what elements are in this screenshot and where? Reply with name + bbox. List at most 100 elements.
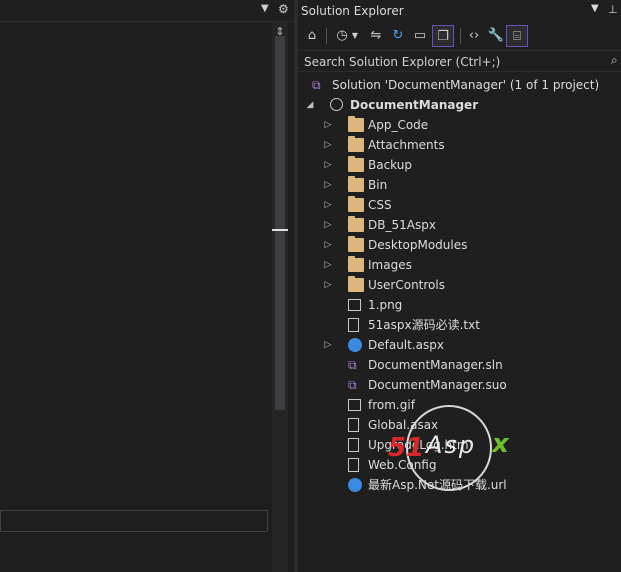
project-label: DocumentManager [350, 98, 479, 112]
home-icon[interactable]: ⌂ [302, 25, 322, 47]
expand-arrow-icon[interactable]: ▷ [322, 155, 334, 175]
search-icon[interactable]: ⌕ [611, 53, 618, 68]
refresh-icon[interactable]: ↻ [388, 25, 408, 47]
scroll-marker [272, 229, 288, 231]
tree-item[interactable]: ▷ Default.aspx [298, 335, 621, 355]
tree-item-label: 51aspx源码必读.txt [368, 318, 480, 332]
tree-item[interactable]: ▷ Images [298, 255, 621, 275]
pin-icon[interactable]: ⊥ [608, 3, 618, 16]
folder-icon [348, 116, 364, 132]
tree-item[interactable]: UpgradeLog.htm [298, 435, 621, 455]
chevron-down-icon[interactable]: ▼ [591, 3, 599, 14]
code-editor[interactable] [0, 22, 272, 572]
tree-item[interactable]: ▷ Bin [298, 175, 621, 195]
history-icon[interactable]: ◷ [332, 25, 352, 47]
tree-item[interactable]: ⧉ DocumentManager.sln [298, 355, 621, 375]
tree-item-label: from.gif [368, 398, 415, 412]
tree-item[interactable]: ▷ Attachments [298, 135, 621, 155]
folder-icon [348, 136, 364, 152]
expand-arrow-icon[interactable]: ▷ [322, 335, 334, 355]
expand-arrow-icon[interactable]: ▷ [322, 175, 334, 195]
url-file-icon [348, 478, 362, 492]
folder-icon [348, 196, 364, 212]
collapse-all-icon[interactable]: ▭ [410, 25, 430, 47]
chevron-down-icon[interactable]: ▼ [261, 3, 269, 14]
solution-icon: ⧉ [312, 78, 321, 92]
show-all-files-icon[interactable]: ❐ [432, 25, 454, 47]
folder-icon [348, 216, 364, 232]
project-node[interactable]: ◢ DocumentManager [298, 95, 621, 115]
gear-icon[interactable]: ⚙ [278, 2, 289, 16]
tree-item-label: Backup [368, 158, 412, 172]
tree-item-label: Global.asax [368, 418, 439, 432]
folder-icon [348, 276, 364, 292]
tree-item[interactable]: Web.Config [298, 455, 621, 475]
config-file-icon [348, 458, 359, 472]
solution-search-box: ⌕ [298, 50, 621, 72]
tree-item-label: 1.png [368, 298, 403, 312]
tree-item-label: CSS [368, 198, 392, 212]
image-file-icon [348, 399, 361, 411]
web-project-icon [330, 98, 343, 111]
folder-icon [348, 256, 364, 272]
tree-item-label: App_Code [368, 118, 429, 132]
collapse-arrow-icon[interactable]: ◢ [304, 95, 316, 115]
scrollbar-thumb[interactable] [275, 36, 285, 410]
code-icon[interactable]: ‹› [464, 25, 484, 47]
tree-item-label: Bin [368, 178, 388, 192]
tree-item-label: DesktopModules [368, 238, 468, 252]
tree-item[interactable]: ▷ Backup [298, 155, 621, 175]
tree-item-label: DocumentManager.suo [368, 378, 507, 392]
global-file-icon [348, 418, 359, 432]
preview-icon[interactable]: ⌸ [506, 25, 528, 47]
chevron-down-icon[interactable]: ▼ [350, 25, 360, 47]
expand-arrow-icon[interactable]: ▷ [322, 135, 334, 155]
sync-icon[interactable]: ⇋ [366, 25, 386, 47]
text-file-icon [348, 318, 359, 332]
solution-file-icon: ⧉ [348, 358, 357, 372]
solution-label: Solution 'DocumentManager' (1 of 1 proje… [332, 78, 600, 92]
tree-item-label: UserControls [368, 278, 445, 292]
editor-header: ▼ ⚙ [0, 0, 294, 22]
tree-item[interactable]: ▷ App_Code [298, 115, 621, 135]
tree-item[interactable]: from.gif [298, 395, 621, 415]
search-input[interactable] [304, 53, 604, 70]
wrench-icon[interactable]: 🔧 [486, 25, 506, 47]
panel-title: Solution Explorer [301, 4, 404, 18]
expand-arrow-icon[interactable]: ▷ [322, 255, 334, 275]
solution-node[interactable]: ⧉ Solution 'DocumentManager' (1 of 1 pro… [298, 75, 621, 95]
expand-arrow-icon[interactable]: ▷ [322, 115, 334, 135]
tree-item[interactable]: ▷ CSS [298, 195, 621, 215]
editor-pane: ▼ ⚙ ⇕ [0, 0, 294, 572]
folder-icon [348, 156, 364, 172]
html-file-icon [348, 438, 359, 452]
folder-icon [348, 236, 364, 252]
tree-item[interactable]: 1.png [298, 295, 621, 315]
web-page-icon [348, 338, 362, 352]
horizontal-scroll-area[interactable] [0, 510, 268, 532]
tree-item[interactable]: 51aspx源码必读.txt [298, 315, 621, 335]
tree-item-label: DocumentManager.sln [368, 358, 503, 372]
vertical-scrollbar[interactable]: ⇕ [272, 22, 288, 572]
tree-item-label: Images [368, 258, 412, 272]
suo-file-icon: ⧉ [348, 378, 357, 392]
tree-item[interactable]: ▷ UserControls [298, 275, 621, 295]
expand-arrow-icon[interactable]: ▷ [322, 195, 334, 215]
tree-item-label: Default.aspx [368, 338, 444, 352]
solution-explorer-toolbar: ⌂ ◷ ▼ ⇋ ↻ ▭ ❐ ‹› 🔧 ⌸ [298, 24, 621, 48]
expand-arrow-icon[interactable]: ▷ [322, 235, 334, 255]
expand-arrow-icon[interactable]: ▷ [322, 275, 334, 295]
tree-item-label: DB_51Aspx [368, 218, 436, 232]
tree-item[interactable]: ⧉ DocumentManager.suo [298, 375, 621, 395]
image-file-icon [348, 299, 361, 311]
tree-item[interactable]: ▷ DesktopModules [298, 235, 621, 255]
ide-window: ▼ ⚙ ⇕ Solution Explorer ▼ ⊥ ⌂ ◷ ▼ ⇋ ↻ ▭ … [0, 0, 621, 572]
expand-arrow-icon[interactable]: ▷ [322, 215, 334, 235]
tree-item[interactable]: Global.asax [298, 415, 621, 435]
tree-item[interactable]: ▷ DB_51Aspx [298, 215, 621, 235]
folder-icon [348, 176, 364, 192]
tree-item-label: 最新Asp.Net源码下载.url [368, 478, 507, 492]
solution-explorer: Solution Explorer ▼ ⊥ ⌂ ◷ ▼ ⇋ ↻ ▭ ❐ ‹› 🔧… [298, 0, 621, 572]
tree-item[interactable]: 最新Asp.Net源码下载.url [298, 475, 621, 495]
solution-explorer-title-bar: Solution Explorer ▼ ⊥ [298, 0, 621, 22]
